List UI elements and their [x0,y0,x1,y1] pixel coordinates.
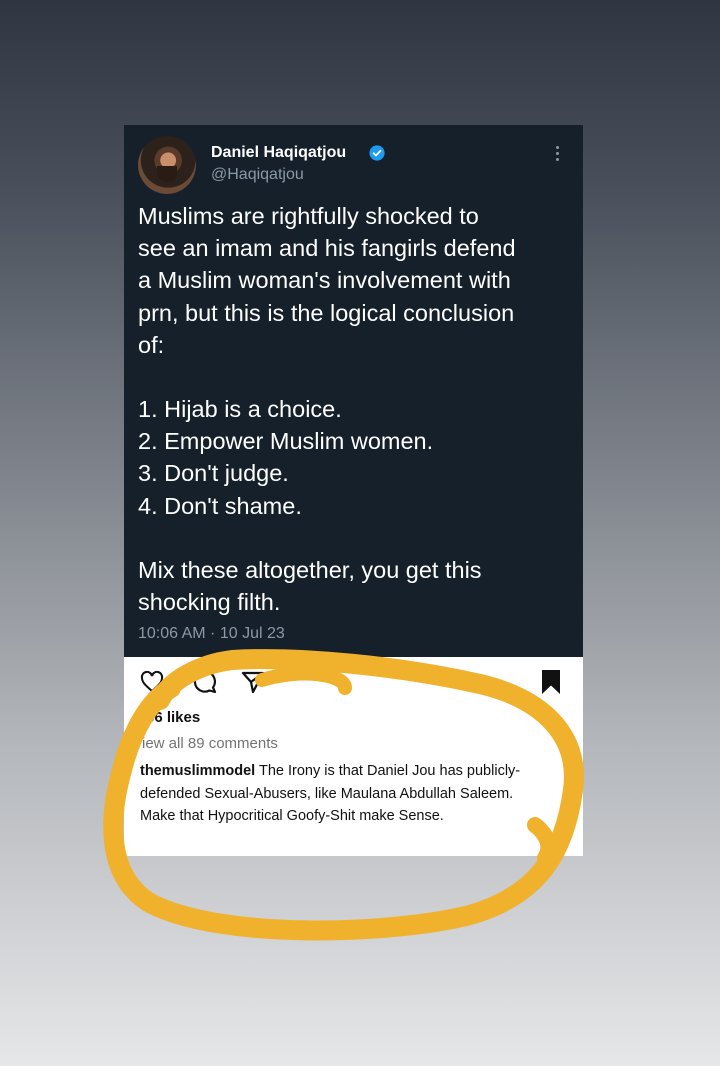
bookmark-icon[interactable] [540,669,562,695]
body-line: of: [138,331,165,358]
share-icon[interactable] [240,669,266,695]
tweet-card: Daniel Haqiqatjou @Haqiqatjou Muslims ar… [124,125,583,657]
author-name[interactable]: Daniel Haqiqatjou [211,144,346,162]
instagram-post-footer: 66 likes iew all 89 comments themuslimmo… [124,657,583,856]
list-item: 1. Hijab is a choice. [138,396,342,423]
comment-username[interactable]: themuslimmodel [140,763,255,779]
body-line: see an imam and his fangirls defend [138,235,516,262]
heart-icon[interactable] [140,670,164,694]
comment: themuslimmodel The Irony is that Daniel … [140,760,540,828]
body-line: Muslims are rightfully shocked to [138,203,479,229]
list-item: 4. Don't shame. [138,492,302,519]
body-line: prn, but this is the logical conclusion [138,299,515,326]
avatar[interactable] [138,136,196,194]
list-item: 3. Don't judge. [138,460,289,487]
body-line: shocking filth. [138,589,281,616]
tweet-body: Muslims are rightfully shocked to see an… [138,200,568,618]
likes-count[interactable]: 66 likes [146,709,200,726]
verified-badge-icon [369,145,385,161]
more-options-icon[interactable] [554,146,562,166]
view-all-comments-link[interactable]: iew all 89 comments [142,735,278,752]
body-line: Mix these altogether, you get this [138,556,482,583]
body-line: a Muslim woman's involvement with [138,267,511,294]
tweet-timestamp[interactable]: 10:06 AM · 10 Jul 23 [138,625,285,643]
comment-icon[interactable] [192,669,218,695]
author-handle[interactable]: @Haqiqatjou [211,166,304,184]
list-item: 2. Empower Muslim women. [138,428,434,455]
